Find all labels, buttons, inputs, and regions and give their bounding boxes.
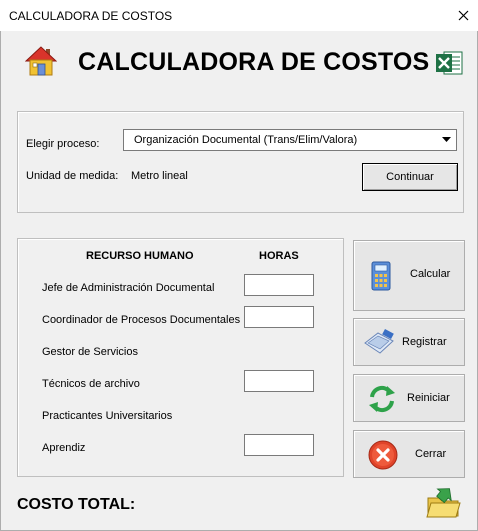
registrar-label: Registrar [402,336,447,348]
resource-label: Practicantes Universitarios [42,410,173,422]
process-label: Elegir proceso: [26,138,100,150]
reiniciar-label: Reiniciar [407,392,450,404]
hours-input-tecnicos[interactable] [244,370,314,392]
cerrar-label: Cerrar [415,448,447,460]
reiniciar-button[interactable]: Reiniciar [353,374,465,422]
resource-label: Coordinador de Procesos Documentales [42,314,241,326]
refresh-icon [369,385,395,413]
resource-label: Aprendiz [42,442,86,454]
folder-export-icon[interactable] [425,485,461,519]
hours-input-coordinador[interactable] [244,306,314,328]
excel-icon[interactable] [435,50,463,76]
close-circle-icon [368,440,398,470]
total-cost-label: COSTO TOTAL: [17,496,136,513]
window-title: CALCULADORA DE COSTOS [9,9,173,23]
process-group [17,111,464,213]
resource-label: Gestor de Servicios [42,346,138,358]
close-window-button[interactable] [448,0,478,31]
process-select[interactable]: Organización Documental (Trans/Elim/Valo… [123,129,457,151]
calculator-icon [371,261,391,291]
calcular-label: Calcular [410,268,451,280]
hours-header: HORAS [259,250,299,262]
hours-input-aprendiz[interactable] [244,434,314,456]
unit-label: Unidad de medida: [26,170,119,182]
resource-header: RECURSO HUMANO [86,250,194,262]
continue-button[interactable]: Continuar [362,163,458,191]
dropdown-arrow[interactable] [438,131,455,149]
resource-label: Técnicos de archivo [42,378,140,390]
process-select-value: Organización Documental (Trans/Elim/Valo… [134,134,358,146]
hours-input-jefe[interactable] [244,274,314,296]
home-icon[interactable] [25,46,57,76]
cerrar-button[interactable]: Cerrar [353,430,465,478]
calcular-button[interactable]: Calcular [353,240,465,311]
close-icon [458,10,468,21]
unit-value: Metro lineal [131,170,188,182]
page-title: CALCULADORA DE COSTOS [78,48,430,76]
title-bar: CALCULADORA DE COSTOS [0,0,478,31]
resource-label: Jefe de Administración Documental [42,282,215,294]
chevron-down-icon [442,137,451,142]
register-icon [364,329,394,354]
registrar-button[interactable]: Registrar [353,318,465,366]
